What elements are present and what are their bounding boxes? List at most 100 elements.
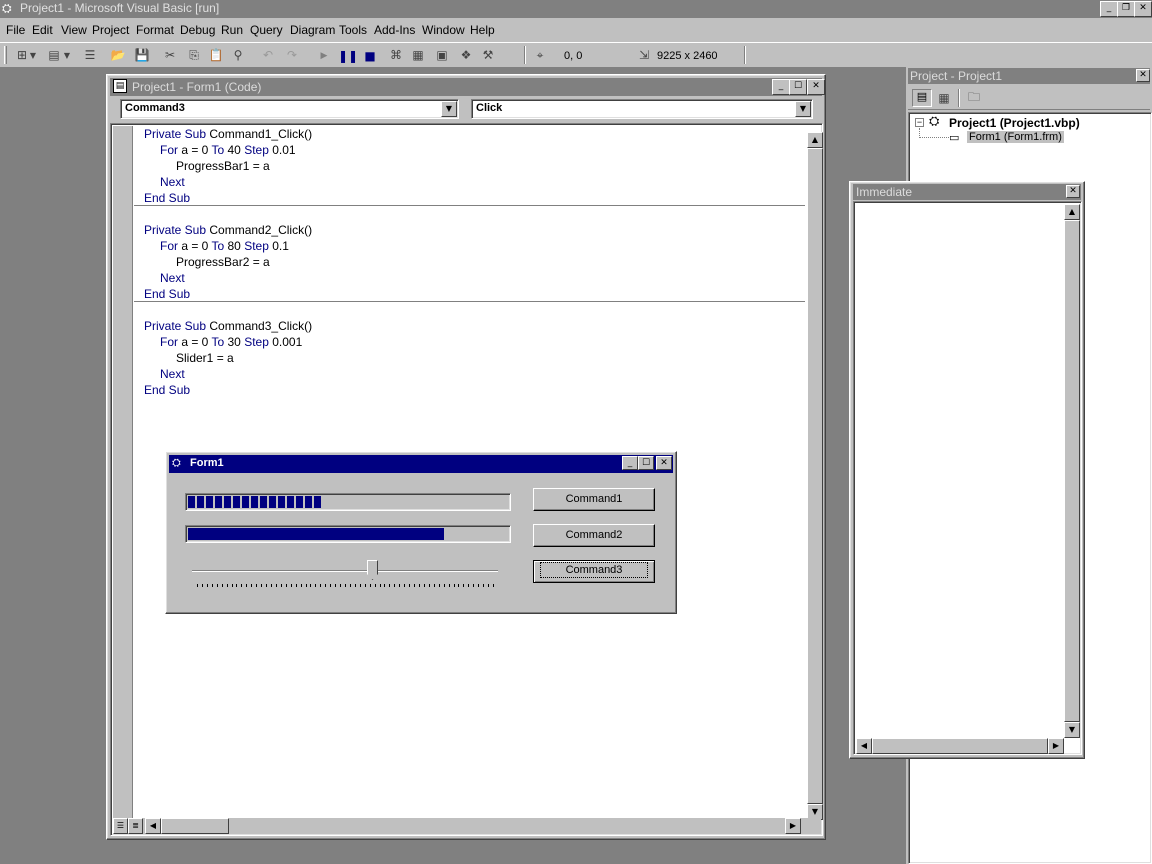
object-combo-arrow[interactable]: ▼ <box>441 101 457 117</box>
find-icon[interactable]: ⚲ <box>228 45 248 65</box>
command2-button[interactable]: Command2 <box>533 524 655 547</box>
code-close-button[interactable]: ✕ <box>807 79 825 95</box>
menu-query[interactable]: Query <box>250 23 283 37</box>
open-project-icon[interactable]: 📂 <box>108 45 128 65</box>
immediate-title-bar[interactable]: Immediate ✕ <box>853 184 1081 200</box>
code-maximize-button[interactable]: ☐ <box>789 79 807 95</box>
form1-minimize-button[interactable]: _ <box>622 456 638 470</box>
scroll-left-arrow[interactable]: ◀ <box>856 738 872 754</box>
scroll-up-arrow[interactable]: ▲ <box>807 132 823 148</box>
code-minimize-button[interactable]: _ <box>772 79 790 95</box>
scroll-right-arrow[interactable]: ▶ <box>1048 738 1064 754</box>
project-title-bar[interactable]: Project - Project1 ✕ <box>908 68 1150 84</box>
add-form-icon[interactable]: ▤ <box>44 45 64 65</box>
collapse-toggle[interactable]: − <box>915 118 924 127</box>
code-window-icon[interactable]: ▤ <box>113 79 127 93</box>
close-button[interactable]: ✕ <box>1134 1 1152 17</box>
immediate-vertical-scrollbar[interactable]: ▲ ▼ <box>1064 204 1080 738</box>
menu-window[interactable]: Window <box>422 23 465 37</box>
object-combo[interactable]: Command3 ▼ <box>120 99 459 119</box>
code-line[interactable]: For a = 0 To 40 Step 0.01 <box>160 143 296 157</box>
scroll-down-arrow[interactable]: ▼ <box>1064 722 1080 738</box>
code-line[interactable]: ProgressBar2 = a <box>176 255 270 269</box>
toolbar-grip[interactable] <box>4 46 7 64</box>
code-line[interactable]: End Sub <box>144 383 190 397</box>
object-browser-icon[interactable]: ❖ <box>456 45 476 65</box>
menu-debug[interactable]: Debug <box>180 23 215 37</box>
code-line[interactable]: For a = 0 To 30 Step 0.001 <box>160 335 302 349</box>
immediate-text-area[interactable]: ▲ ▼ ◀ ▶ <box>853 201 1082 755</box>
procedure-view-button[interactable]: ☰ <box>113 818 128 834</box>
cut-icon[interactable]: ✂ <box>160 45 180 65</box>
horizontal-scroll-thumb[interactable] <box>872 738 1048 754</box>
toggle-folders-icon[interactable]: 🗀 <box>964 88 984 108</box>
code-line[interactable]: Next <box>160 367 185 381</box>
menu-view[interactable]: View <box>61 23 87 37</box>
menu-help[interactable]: Help <box>470 23 495 37</box>
slider-1[interactable] <box>192 558 498 592</box>
code-line[interactable]: End Sub <box>144 191 190 205</box>
start-icon[interactable]: ▶ <box>314 46 334 66</box>
scroll-thumb[interactable] <box>807 148 823 804</box>
dropdown-arrow-icon[interactable]: ▼ <box>62 45 72 65</box>
end-icon[interactable]: ■ <box>360 46 380 66</box>
menu-tools[interactable]: Tools <box>339 23 367 37</box>
menu-diagram[interactable]: Diagram <box>290 23 335 37</box>
menu-edit[interactable]: Edit <box>32 23 53 37</box>
code-line[interactable]: Next <box>160 271 185 285</box>
code-line[interactable]: End Sub <box>144 287 190 301</box>
save-project-icon[interactable]: 💾 <box>132 45 152 65</box>
scroll-right-arrow[interactable]: ▶ <box>785 818 801 834</box>
menu-project[interactable]: Project <box>92 23 129 37</box>
form-layout-icon[interactable]: ▣ <box>432 45 452 65</box>
scroll-thumb[interactable] <box>1064 220 1080 722</box>
form1-node[interactable]: Form1 (Form1.frm) <box>967 131 1064 143</box>
form1-title-bar[interactable]: ⛭ Form1 _ ☐ ✕ <box>169 455 673 473</box>
code-line[interactable]: Private Sub Command3_Click() <box>144 319 312 333</box>
form1-close-button[interactable]: ✕ <box>656 456 672 470</box>
project-root-node[interactable]: Project1 (Project1.vbp) <box>949 116 1080 130</box>
scroll-left-arrow[interactable]: ◀ <box>145 818 161 834</box>
code-line[interactable]: ProgressBar1 = a <box>176 159 270 173</box>
view-code-button[interactable]: ▤ <box>912 89 932 107</box>
menu-add-ins[interactable]: Add-Ins <box>374 23 415 37</box>
paste-icon[interactable]: 📋 <box>206 45 226 65</box>
view-object-icon[interactable]: ▦ <box>934 88 954 108</box>
menu-run[interactable]: Run <box>221 23 243 37</box>
code-line[interactable]: For a = 0 To 80 Step 0.1 <box>160 239 289 253</box>
slider-thumb[interactable] <box>367 560 378 580</box>
code-window-title-bar[interactable]: ▤ Project1 - Form1 (Code) _ ☐ ✕ <box>110 78 825 96</box>
code-line[interactable]: Private Sub Command1_Click() <box>144 127 312 141</box>
undo-icon[interactable]: ↶ <box>258 45 278 65</box>
project-explorer-icon[interactable]: ⌘ <box>386 45 406 65</box>
code-line[interactable]: Slider1 = a <box>176 351 234 365</box>
project-close-button[interactable]: ✕ <box>1136 69 1150 82</box>
command1-button[interactable]: Command1 <box>533 488 655 511</box>
procedure-combo-arrow[interactable]: ▼ <box>795 101 811 117</box>
menu-format[interactable]: Format <box>136 23 174 37</box>
menu-file[interactable]: File <box>6 23 25 37</box>
scroll-up-arrow[interactable]: ▲ <box>1064 204 1080 220</box>
copy-icon[interactable]: ⎘ <box>184 45 204 65</box>
properties-window-icon[interactable]: ▦ <box>408 45 428 65</box>
code-bottom-bar: ☰ ≣ ◀ ▶ <box>113 818 821 834</box>
full-module-view-button[interactable]: ≣ <box>128 818 143 834</box>
form1-maximize-button[interactable]: ☐ <box>638 456 654 470</box>
vb-app-icon[interactable]: ⛭ <box>2 1 18 17</box>
redo-icon[interactable]: ↷ <box>282 45 302 65</box>
restore-button[interactable]: ❐ <box>1117 1 1135 17</box>
break-icon[interactable]: ❚❚ <box>338 46 358 66</box>
dropdown-arrow-icon[interactable]: ▼ <box>28 45 38 65</box>
minimize-button[interactable]: _ <box>1100 1 1118 17</box>
menu-editor-icon[interactable]: ☰ <box>80 45 100 65</box>
code-line[interactable]: Next <box>160 175 185 189</box>
toolbox-icon[interactable]: ⚒ <box>478 45 498 65</box>
immediate-horizontal-scrollbar[interactable]: ◀ ▶ <box>856 738 1064 754</box>
horizontal-scroll-thumb[interactable] <box>161 818 229 834</box>
immediate-close-button[interactable]: ✕ <box>1066 185 1080 198</box>
procedure-combo[interactable]: Click ▼ <box>471 99 813 119</box>
code-vertical-scrollbar[interactable]: ▲ ▼ <box>807 132 823 820</box>
form-icon[interactable]: ⛭ <box>172 456 181 470</box>
command3-button[interactable]: Command3 <box>533 560 655 583</box>
code-line[interactable]: Private Sub Command2_Click() <box>144 223 312 237</box>
